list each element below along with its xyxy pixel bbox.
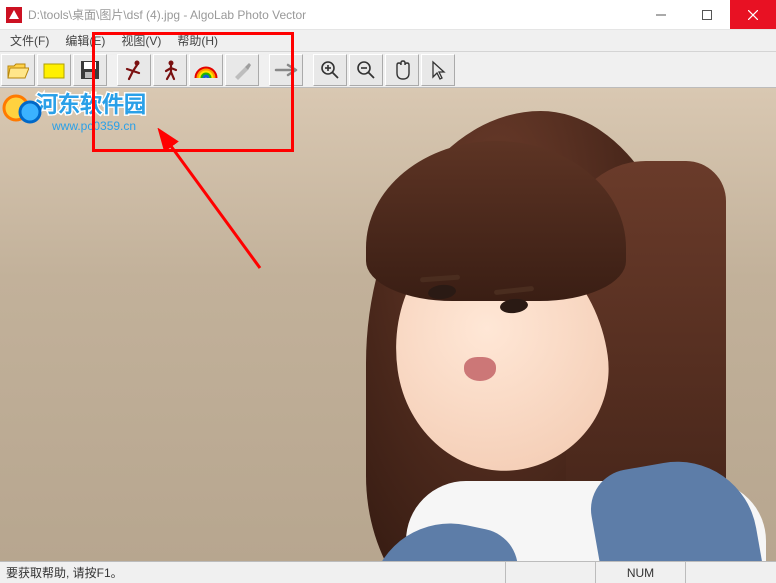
pointer-tool-button[interactable] <box>421 54 455 86</box>
toolbar <box>0 52 776 88</box>
arrow-tool-button[interactable] <box>269 54 303 86</box>
brush-icon <box>231 59 253 81</box>
watermark-url: www.pc0359.cn <box>51 119 136 133</box>
app-icon <box>6 7 22 23</box>
zoom-out-icon <box>355 59 377 81</box>
maximize-button[interactable] <box>684 0 730 29</box>
menu-view[interactable]: 视图(V) <box>115 30 167 51</box>
save-button[interactable] <box>73 54 107 86</box>
man-figure-button[interactable] <box>153 54 187 86</box>
zoom-in-icon <box>319 59 341 81</box>
titlebar: D:\tools\桌面\图片\dsf (4).jpg - AlgoLab Pho… <box>0 0 776 30</box>
double-arrow-icon <box>274 61 298 79</box>
run-figure-button[interactable] <box>117 54 151 86</box>
zoom-out-button[interactable] <box>349 54 383 86</box>
watermark-text: 河东软件园 <box>36 92 146 117</box>
hand-tool-button[interactable] <box>385 54 419 86</box>
menu-edit[interactable]: 编辑(E) <box>59 30 111 51</box>
minimize-button[interactable] <box>638 0 684 29</box>
menu-help[interactable]: 帮助(H) <box>171 30 224 51</box>
window-title: D:\tools\桌面\图片\dsf (4).jpg - AlgoLab Pho… <box>28 6 638 23</box>
menubar: 文件(F) 编辑(E) 视图(V) 帮助(H) <box>0 30 776 52</box>
zoom-in-button[interactable] <box>313 54 347 86</box>
status-help-text: 要获取帮助, 请按F1。 <box>0 562 506 583</box>
open-button[interactable] <box>1 54 35 86</box>
status-cell-blank2 <box>686 562 776 583</box>
photo-content <box>186 88 776 561</box>
menu-file[interactable]: 文件(F) <box>4 30 55 51</box>
status-cell-blank1 <box>506 562 596 583</box>
rainbow-button[interactable] <box>189 54 223 86</box>
rainbow-icon <box>194 60 218 80</box>
svg-text:河东软件园: 河东软件园 <box>36 92 146 117</box>
status-cell-num: NUM <box>596 562 686 583</box>
image-canvas[interactable]: 河东软件园 河东软件园 www.pc0359.cn <box>0 88 776 561</box>
open-alt-button[interactable] <box>37 54 71 86</box>
pointer-icon <box>428 59 448 81</box>
close-button[interactable] <box>730 0 776 29</box>
window-controls <box>638 0 776 29</box>
brush-button[interactable] <box>225 54 259 86</box>
save-icon <box>80 60 100 80</box>
folder-yellow-icon <box>43 60 65 80</box>
hand-icon <box>391 59 413 81</box>
walking-man-icon <box>159 59 181 81</box>
running-man-icon <box>123 59 145 81</box>
folder-open-icon <box>7 60 29 80</box>
statusbar: 要获取帮助, 请按F1。 NUM <box>0 561 776 583</box>
